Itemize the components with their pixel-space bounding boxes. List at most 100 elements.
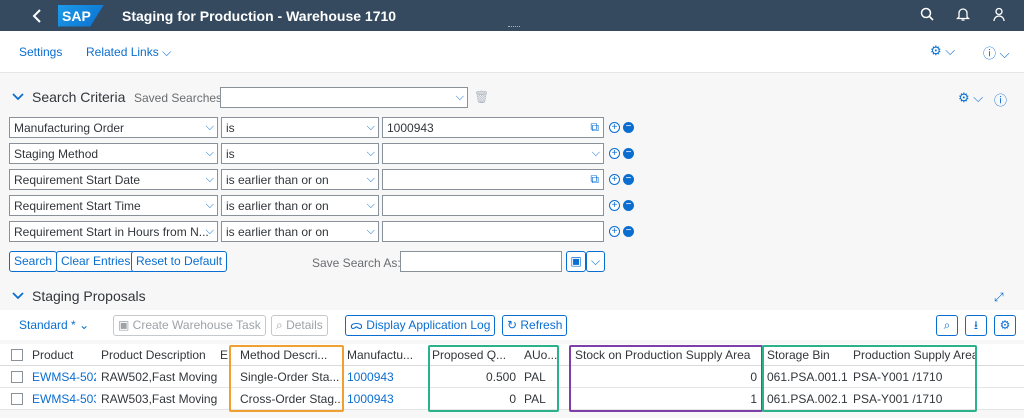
column-header[interactable]: Stock on Production Supply Area (573, 344, 761, 366)
add-row-icon[interactable]: + (609, 148, 620, 159)
search-criteria-title: Search Criteria (32, 89, 126, 105)
display-application-log-button[interactable]: ᯅ Display Application Log (345, 315, 496, 336)
add-row-icon[interactable]: + (609, 200, 620, 211)
reset-default-button[interactable]: Reset to Default (131, 251, 228, 272)
table-settings-icon[interactable]: ⚙ (994, 315, 1016, 336)
column-header[interactable]: Proposed Q... (430, 344, 520, 366)
variant-selector[interactable]: Standard * ⌄ (19, 318, 89, 332)
method-description: Cross-Order Stag... (240, 392, 342, 406)
clear-entries-button[interactable]: Clear Entries (56, 251, 136, 272)
criteria-value-input[interactable]: 1000943 ⧉ (382, 117, 604, 138)
help-menu-icon[interactable]: ⓘ ⌵ (983, 43, 1009, 62)
column-header[interactable]: Manufactu... (345, 344, 425, 366)
criteria-value-select[interactable]: ⌵ (382, 143, 604, 164)
manufacturing-order-link[interactable]: 1000943 (345, 366, 425, 388)
chevron-down-icon: ⌵ (205, 147, 214, 159)
sap-logo[interactable]: SAP (58, 4, 104, 27)
uom: PAL (524, 392, 546, 406)
chevron-down-icon: ⌵ (205, 225, 214, 237)
column-header[interactable]: E (218, 344, 234, 366)
remove-row-icon[interactable]: − (623, 122, 634, 133)
header-grip[interactable] (508, 26, 520, 29)
stock-psa: 0 (750, 370, 757, 384)
criteria-value-input[interactable] (382, 221, 604, 242)
remove-row-icon[interactable]: − (623, 200, 634, 211)
app-title: Staging for Production - Warehouse 1710 (122, 7, 397, 24)
add-row-icon[interactable]: + (609, 122, 620, 133)
criteria-operator-select[interactable]: is earlier than or on ⌵ (221, 169, 379, 190)
criteria-field-select[interactable]: Requirement Start Time ⌵ (9, 195, 218, 216)
save-search-label: Save Search As: (312, 256, 401, 270)
chevron-down-icon: ⌵ (591, 147, 600, 159)
save-search-input[interactable] (400, 251, 562, 272)
help-icon[interactable]: ⓘ (994, 90, 1007, 109)
export-icon[interactable]: ⭳ (965, 315, 987, 336)
staging-proposals-title: Staging Proposals (32, 288, 146, 304)
details-button[interactable]: ⌕ Details (271, 315, 328, 336)
criteria-date-input[interactable]: ⧉ (382, 169, 604, 190)
production-supply-area: PSA-Y001 /1710 (853, 370, 943, 384)
storage-bin: 061.PSA.001.1 (767, 370, 848, 384)
create-warehouse-task-button[interactable]: ▣ Create Warehouse Task (113, 315, 266, 336)
value-help-icon[interactable]: ⧉ (590, 120, 599, 134)
table-search-icon[interactable]: ⌕ (936, 315, 958, 336)
gear-menu-icon[interactable]: ⚙ ⌵ (930, 43, 955, 59)
search-icon[interactable] (920, 7, 934, 24)
staging-proposals-header[interactable]: Staging Proposals (12, 288, 146, 304)
criteria-field-select[interactable]: Requirement Start Date ⌵ (9, 169, 218, 190)
column-header[interactable]: Product Description (99, 344, 217, 366)
criteria-operator-select[interactable]: is earlier than or on ⌵ (221, 195, 379, 216)
fullscreen-icon[interactable]: ⤢ (994, 290, 1004, 305)
add-row-icon[interactable]: + (609, 226, 620, 237)
storage-bin: 061.PSA.002.1 (767, 392, 848, 406)
column-header[interactable]: Method Descri... (238, 344, 342, 366)
saved-searches-label: Saved Searches: (134, 91, 226, 105)
remove-row-icon[interactable]: − (623, 148, 634, 159)
column-header[interactable]: Product (30, 344, 96, 366)
delete-icon[interactable]: 🗑 (474, 90, 489, 104)
gear-menu-icon[interactable]: ⚙ ⌵ (958, 90, 983, 106)
row-checkbox[interactable] (11, 393, 23, 405)
search-criteria-header[interactable]: Search Criteria (12, 89, 125, 105)
criteria-field-select[interactable]: Staging Method ⌵ (9, 143, 218, 164)
glasses-icon: ᯅ (350, 318, 367, 332)
save-menu-chevron-icon[interactable]: ⌵ (586, 251, 605, 272)
back-icon[interactable] (22, 0, 52, 31)
column-header[interactable]: Production Supply Area (851, 344, 976, 366)
search-button[interactable]: Search (9, 251, 58, 272)
criteria-field-select[interactable]: Manufacturing Order ⌵ (9, 117, 218, 138)
table-row[interactable]: EWMS4-502 RAW502,Fast Moving Single-Orde… (0, 366, 1024, 388)
chevron-down-icon: ⌵ (366, 199, 375, 211)
calendar-icon[interactable]: ⧉ (590, 172, 599, 186)
criteria-operator-select[interactable]: is earlier than or on ⌵ (221, 221, 379, 242)
criteria-operator-select[interactable]: is ⌵ (221, 143, 379, 164)
remove-row-icon[interactable]: − (623, 174, 634, 185)
criteria-field-select[interactable]: Requirement Start in Hours from N... ⌵ (9, 221, 218, 242)
saved-searches-select[interactable]: ⌵ (220, 87, 468, 108)
method-description: Single-Order Sta... (240, 370, 340, 384)
refresh-icon: ↻ (507, 318, 521, 332)
product-link[interactable]: EWMS4-503 (30, 388, 96, 410)
criteria-value-input[interactable] (382, 195, 604, 216)
column-header[interactable]: AUo... (522, 344, 562, 366)
column-header[interactable]: Storage Bin (765, 344, 849, 366)
bell-icon[interactable] (955, 7, 971, 25)
add-row-icon[interactable]: + (609, 174, 620, 185)
related-links-menu[interactable]: Related Links ⌵ (86, 45, 171, 60)
chevron-down-icon: ⌵ (162, 45, 172, 59)
remove-row-icon[interactable]: − (623, 226, 634, 237)
search-icon: ⌕ (276, 318, 287, 332)
refresh-button[interactable]: ↻ Refresh (502, 315, 568, 336)
select-all-checkbox[interactable] (11, 349, 23, 361)
collapse-chevron-icon[interactable] (12, 289, 24, 303)
table-row[interactable]: EWMS4-503 RAW503,Fast Moving Cross-Order… (0, 388, 1024, 410)
criteria-operator-select[interactable]: is ⌵ (221, 117, 379, 138)
collapse-chevron-icon[interactable] (12, 90, 24, 104)
settings-link[interactable]: Settings (19, 45, 62, 59)
manufacturing-order-link[interactable]: 1000943 (345, 388, 425, 410)
row-checkbox[interactable] (11, 371, 23, 383)
product-link[interactable]: EWMS4-502 (30, 366, 96, 388)
save-icon[interactable]: ▣ (566, 251, 586, 272)
user-icon[interactable] (992, 7, 1006, 25)
app-header: Settings Related Links ⌵ ⚙ ⌵ ⓘ ⌵ (0, 31, 1024, 73)
